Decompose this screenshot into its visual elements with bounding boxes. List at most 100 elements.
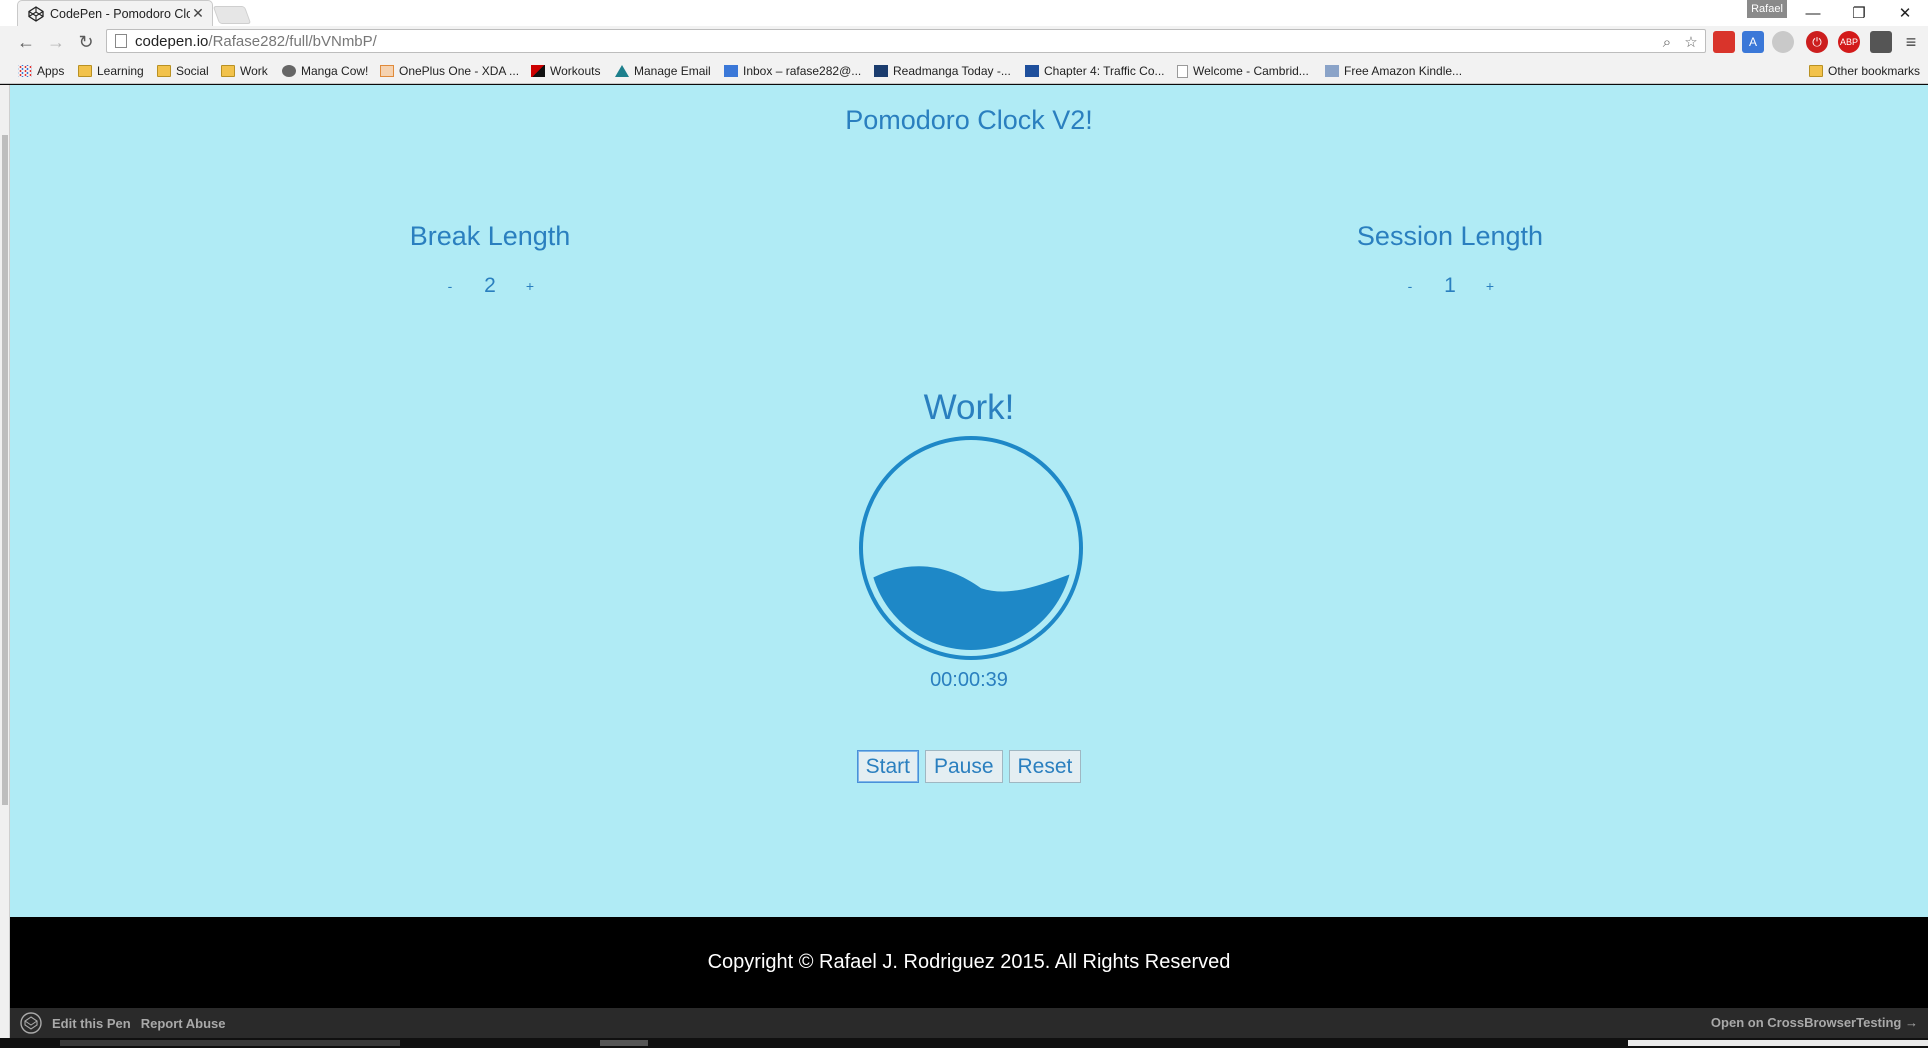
codepen-logo-icon	[20, 1012, 42, 1034]
edit-pen-link[interactable]: Edit this Pen	[52, 1016, 131, 1031]
bookmark-work[interactable]: Work	[221, 62, 268, 80]
email-icon	[615, 65, 629, 77]
adblock-icon[interactable]: ABP	[1838, 31, 1860, 53]
session-decrement-button[interactable]: -	[1390, 274, 1430, 298]
bookmark-other[interactable]: Other bookmarks	[1809, 62, 1920, 80]
xda-icon	[380, 65, 394, 77]
close-window-button[interactable]: ✕	[1882, 2, 1928, 24]
bookmark-label: Manage Email	[634, 64, 711, 78]
bookmark-social[interactable]: Social	[157, 62, 209, 80]
browser-toolbar: ← → ↻ codepen.io/Rafase282/full/bVNmbP/ …	[0, 26, 1928, 58]
bookmark-xda[interactable]: OnePlus One - XDA ...	[380, 62, 519, 80]
tab-title: CodePen - Pomodoro Clo	[50, 6, 190, 21]
codepen-icon	[28, 5, 44, 22]
browser-titlebar: CodePen - Pomodoro Clo ✕ Rafael — ❐ ✕	[0, 0, 1928, 26]
url-host: codepen.io	[135, 32, 209, 50]
chapter-icon	[1025, 65, 1039, 77]
folder-icon	[221, 65, 235, 77]
water-fill	[869, 566, 1073, 650]
break-decrement-button[interactable]: -	[430, 274, 470, 298]
folder-icon	[78, 65, 92, 77]
forward-icon[interactable]: →	[44, 31, 68, 53]
bookmark-label: Learning	[97, 64, 144, 78]
taskbar-item[interactable]	[60, 1040, 400, 1046]
url-path: /Rafase282/full/bVNmbP/	[208, 32, 377, 50]
reset-button[interactable]: Reset	[1008, 750, 1082, 783]
page-title: Pomodoro Clock V2!	[845, 105, 1093, 135]
bookmark-manage-email[interactable]: Manage Email	[615, 62, 711, 80]
bookmarks-bar: Apps Learning Social Work Manga Cow! One…	[0, 58, 1928, 84]
bookmark-label: Free Amazon Kindle...	[1344, 64, 1463, 78]
translate-icon[interactable]: A	[1742, 31, 1764, 53]
stop-extension-icon[interactable]: ⏻	[1806, 31, 1828, 53]
taskbar-item[interactable]	[1628, 1040, 1928, 1046]
extension-red-icon[interactable]	[1713, 31, 1735, 53]
bookmark-label: Inbox – rafase282@...	[743, 64, 862, 78]
menu-icon[interactable]: ≡	[1900, 31, 1922, 53]
bookmark-inbox[interactable]: Inbox – rafase282@...	[724, 62, 861, 80]
progress-dial[interactable]	[858, 435, 1084, 661]
browser-tab[interactable]: CodePen - Pomodoro Clo ✕	[17, 0, 213, 26]
bookmark-kindle[interactable]: Free Amazon Kindle...	[1325, 62, 1462, 80]
bookmark-welcome[interactable]: Welcome - Cambrid...	[1177, 62, 1309, 80]
break-length-control: Break Length - 2 +	[340, 221, 640, 298]
page-icon	[1177, 64, 1188, 78]
session-length-title: Session Length	[1356, 221, 1544, 251]
restore-button[interactable]: ❐	[1836, 2, 1882, 24]
pomodoro-app: Pomodoro Clock V2! Break Length - 2 + Se…	[10, 85, 1928, 917]
zoom-icon[interactable]: ⌕	[1657, 32, 1677, 52]
session-length-value: 1	[1444, 274, 1456, 297]
bookmark-label: Workouts	[550, 64, 601, 78]
bookmark-label: Other bookmarks	[1828, 64, 1921, 78]
inbox-icon	[724, 65, 738, 77]
session-length-control: Session Length - 1 +	[1300, 221, 1600, 298]
back-icon[interactable]: ←	[14, 31, 38, 53]
bookmark-chapter4[interactable]: Chapter 4: Traffic Co...	[1025, 62, 1165, 80]
bookmark-learning[interactable]: Learning	[78, 62, 144, 80]
bookmark-label: Apps	[37, 64, 65, 78]
extension-gray-icon[interactable]	[1772, 31, 1794, 53]
kindle-icon	[1325, 65, 1339, 77]
bookmark-apps[interactable]: Apps	[18, 62, 64, 80]
scrollbar-thumb[interactable]	[2, 135, 8, 805]
extension-dark-icon[interactable]	[1870, 31, 1892, 53]
open-crossbrowser-link[interactable]: Open on CrossBrowserTesting →	[1711, 1015, 1918, 1030]
timer-mode-label: Work!	[923, 388, 1015, 427]
bookmark-workouts[interactable]: Workouts	[531, 62, 600, 80]
bookmark-label: Welcome - Cambrid...	[1193, 64, 1309, 78]
session-increment-button[interactable]: +	[1470, 274, 1510, 298]
timer-controls: Start Pause Reset	[10, 750, 1928, 783]
break-increment-button[interactable]: +	[510, 274, 550, 298]
minimize-button[interactable]: —	[1790, 2, 1836, 24]
report-abuse-link[interactable]: Report Abuse	[141, 1016, 226, 1031]
timer-display: 00:00:39	[930, 669, 1008, 691]
pause-button[interactable]: Pause	[924, 750, 1003, 783]
taskbar-item[interactable]	[600, 1040, 648, 1046]
folder-icon	[157, 65, 171, 77]
bookmark-label: Manga Cow!	[301, 64, 369, 78]
new-tab-button[interactable]	[212, 6, 252, 24]
taskbar	[0, 1038, 1928, 1048]
bookmark-star-icon[interactable]: ☆	[1681, 32, 1701, 52]
bookmark-label: OnePlus One - XDA ...	[399, 64, 520, 78]
page-scrollbar[interactable]	[0, 85, 10, 1048]
bookmark-readmanga[interactable]: Readmanga Today -...	[874, 62, 1011, 80]
address-bar[interactable]: codepen.io/Rafase282/full/bVNmbP/ ⌕ ☆	[106, 29, 1706, 53]
break-length-value: 2	[484, 274, 496, 297]
apps-icon	[18, 65, 32, 77]
bookmark-label: Chapter 4: Traffic Co...	[1044, 64, 1165, 78]
bookmark-manga-cow[interactable]: Manga Cow!	[282, 62, 368, 80]
readmanga-icon	[874, 65, 888, 77]
bookmark-label: Readmanga Today -...	[893, 64, 1011, 78]
codepen-bar: Edit this Pen Report Abuse Open on Cross…	[10, 1008, 1928, 1038]
break-length-title: Break Length	[409, 221, 571, 251]
footer: Copyright © Rafael J. Rodriguez 2015. Al…	[10, 917, 1928, 1008]
reload-icon[interactable]: ↻	[74, 31, 98, 53]
profile-button[interactable]: Rafael	[1747, 0, 1787, 18]
bookmark-label: Work	[240, 64, 268, 78]
copyright-text: Copyright © Rafael J. Rodriguez 2015. Al…	[707, 951, 1231, 973]
folder-icon	[1809, 65, 1823, 77]
bookmark-label: Social	[176, 64, 209, 78]
start-button[interactable]: Start	[856, 750, 919, 783]
close-tab-icon[interactable]: ✕	[190, 5, 206, 22]
